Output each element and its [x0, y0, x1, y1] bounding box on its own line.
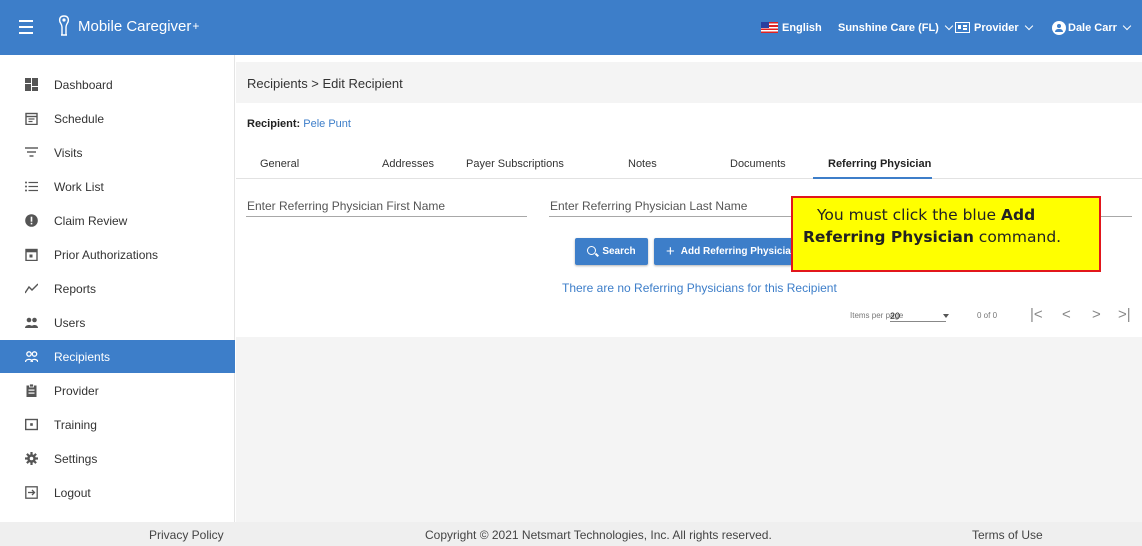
user-name: Dale Carr	[1068, 21, 1117, 34]
sidebar-item-label: Claim Review	[54, 213, 128, 228]
sidebar-item-settings[interactable]: Settings	[0, 442, 235, 475]
tab-documents[interactable]: Documents	[730, 158, 786, 170]
calendar-icon	[25, 248, 38, 261]
sidebar-item-label: Dashboard	[54, 77, 113, 92]
user-menu[interactable]: Dale Carr	[1052, 0, 1132, 55]
search-icon	[587, 246, 597, 255]
tab-payer-subscriptions[interactable]: Payer Subscriptions	[466, 158, 564, 170]
sidebar-item-label: Training	[54, 417, 97, 432]
recipients-icon	[25, 351, 38, 363]
privacy-policy-link[interactable]: Privacy Policy	[149, 528, 224, 542]
provider-icon	[26, 384, 37, 397]
items-per-page-select[interactable]: 20	[890, 311, 946, 322]
dashboard-icon	[25, 78, 38, 91]
sidebar-item-schedule[interactable]: Schedule	[0, 102, 235, 135]
breadcrumb: Recipients > Edit Recipient	[247, 76, 403, 91]
add-referring-physician-button[interactable]: + Add Referring Physician	[654, 238, 800, 265]
first-page-icon[interactable]: |<	[1030, 306, 1043, 323]
callout-line-1: You must click the blue Add	[817, 206, 1036, 224]
sidebar-item-label: Users	[54, 315, 86, 330]
recipient-label: Recipient:	[247, 118, 301, 130]
caregiver-logo-icon	[58, 15, 70, 36]
sidebar-item-label: Prior Authorizations	[54, 247, 159, 262]
sidebar-item-users[interactable]: Users	[0, 306, 235, 339]
app-title: Mobile Caregiver	[78, 17, 192, 35]
plus-icon: +	[666, 242, 675, 260]
callout-line-2: Referring Physician command.	[803, 228, 1062, 246]
tab-notes[interactable]: Notes	[628, 158, 657, 170]
first-name-field[interactable]: Enter Referring Physician First Name	[246, 199, 527, 217]
recipient-name-link[interactable]: Pele Punt	[303, 118, 351, 130]
sidebar-item-reports[interactable]: Reports	[0, 272, 235, 305]
empty-state-message: There are no Referring Physicians for th…	[562, 281, 837, 295]
id-card-icon	[955, 22, 970, 33]
copyright-text: Copyright © 2021 Netsmart Technologies, …	[425, 528, 772, 542]
organization-selector[interactable]: Sunshine Care (FL)	[838, 0, 954, 55]
sidebar-item-label: Reports	[54, 281, 97, 296]
claim-review-icon	[25, 214, 38, 227]
content-background	[236, 337, 1142, 522]
last-page-icon[interactable]: >|	[1118, 306, 1131, 323]
settings-icon	[25, 452, 38, 465]
account-circle-icon	[1052, 20, 1066, 35]
language-selector[interactable]: English	[761, 0, 822, 55]
next-page-icon[interactable]: >	[1092, 306, 1101, 323]
chevron-down-icon	[944, 21, 954, 31]
sidebar-item-visits[interactable]: Visits	[0, 136, 235, 169]
logout-icon	[25, 486, 38, 499]
footer: Privacy Policy Copyright © 2021 Netsmart…	[0, 522, 1142, 546]
sidebar-item-label: Work List	[54, 179, 104, 194]
instruction-callout: You must click the blue Add Referring Ph…	[791, 196, 1101, 272]
active-tab-indicator	[813, 177, 932, 179]
sidebar-item-provider[interactable]: Provider	[0, 374, 235, 407]
sidebar-item-claim-review[interactable]: Claim Review	[0, 204, 235, 237]
menu-icon[interactable]	[19, 16, 35, 38]
visits-icon	[25, 147, 38, 157]
add-button-label: Add Referring Physician	[680, 246, 797, 257]
tab-addresses[interactable]: Addresses	[382, 158, 434, 170]
search-button[interactable]: Search	[575, 238, 648, 265]
work-list-icon	[25, 181, 38, 192]
terms-of-use-link[interactable]: Terms of Use	[972, 528, 1043, 542]
chevron-down-icon	[1122, 21, 1132, 31]
sidebar-item-prior-authorizations[interactable]: Prior Authorizations	[0, 238, 235, 271]
sidebar-item-recipients[interactable]: Recipients	[0, 340, 235, 373]
role-selector[interactable]: Provider	[955, 0, 1033, 55]
role-label: Provider	[974, 21, 1019, 34]
organization-label: Sunshine Care (FL)	[838, 21, 939, 34]
tab-bar: General Addresses Payer Subscriptions No…	[236, 148, 1142, 179]
us-flag-icon	[761, 22, 778, 33]
page-range: 0 of 0	[977, 311, 998, 320]
sidebar-item-label: Provider	[54, 383, 99, 398]
top-app-bar: Mobile Caregiver + English Sunshine Care…	[0, 0, 1142, 55]
app-brand: Mobile Caregiver +	[56, 14, 199, 38]
sidebar-item-label: Recipients	[54, 349, 111, 364]
sidebar-item-training[interactable]: Training	[0, 408, 235, 441]
sidebar-item-work-list[interactable]: Work List	[0, 170, 235, 203]
language-label: English	[782, 21, 822, 34]
tab-referring-physician[interactable]: Referring Physician	[828, 158, 931, 170]
sidebar-item-dashboard[interactable]: Dashboard	[0, 68, 235, 101]
recipient-heading: Recipient: Pele Punt	[247, 118, 351, 130]
sidebar-item-label: Settings	[54, 451, 98, 466]
sidebar-item-label: Schedule	[54, 111, 105, 126]
dropdown-arrow-icon	[943, 314, 949, 318]
training-icon	[25, 418, 38, 431]
tab-general[interactable]: General	[260, 158, 299, 170]
app-title-suffix: +	[192, 19, 200, 33]
sidebar: Dashboard Schedule Visits Work List Clai…	[0, 55, 235, 522]
sidebar-item-label: Visits	[54, 145, 83, 160]
sidebar-item-logout[interactable]: Logout	[0, 476, 235, 509]
reports-icon	[25, 283, 38, 294]
sidebar-item-label: Logout	[54, 485, 91, 500]
users-icon	[25, 317, 38, 328]
previous-page-icon[interactable]: <	[1062, 306, 1071, 323]
schedule-icon	[25, 112, 38, 125]
search-button-label: Search	[602, 246, 636, 257]
chevron-down-icon	[1024, 21, 1033, 31]
